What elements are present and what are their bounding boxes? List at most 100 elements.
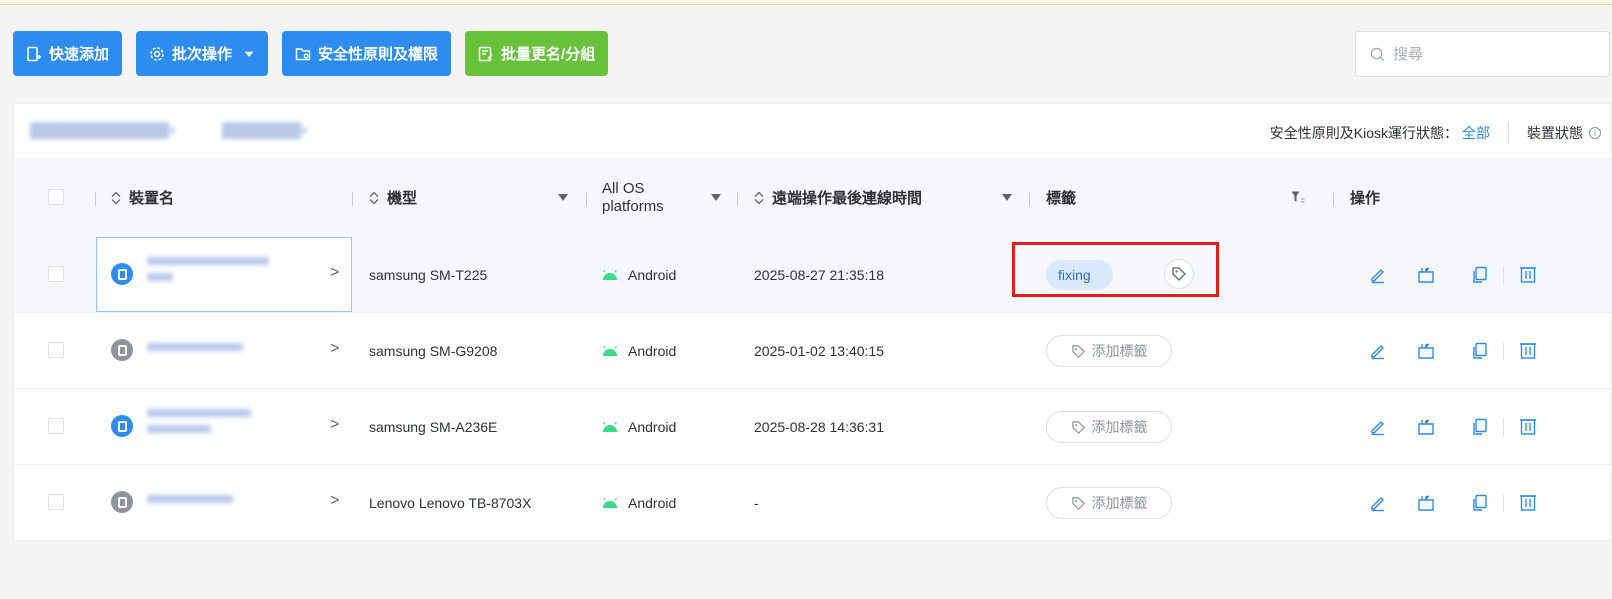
select-all-checkbox[interactable] <box>48 189 64 205</box>
column-divider <box>352 192 353 206</box>
search-box[interactable] <box>1355 31 1610 77</box>
table-row[interactable]: > samsung SM-T225 Android 2025-08-27 21:… <box>14 237 1611 313</box>
caret-down-icon <box>244 51 254 57</box>
os-filter-caret-icon[interactable] <box>711 194 721 201</box>
move-folder-icon[interactable] <box>1417 342 1435 360</box>
device-os-label: Android <box>628 342 677 359</box>
quick-add-button[interactable]: 快速添加 <box>13 31 123 76</box>
column-divider <box>1029 192 1030 206</box>
batch-operations-label: 批次操作 <box>172 46 233 63</box>
copy-device-icon[interactable] <box>1471 266 1489 284</box>
batch-operations-button[interactable]: 批次操作 <box>136 31 269 76</box>
breadcrumb-item-redacted[interactable]: ████████▾ <box>222 122 308 139</box>
move-folder-icon[interactable] <box>1417 418 1435 436</box>
edit-list-icon <box>478 46 493 61</box>
device-name-redacted[interactable] <box>147 409 251 441</box>
os-header-line2: platforms <box>602 197 664 215</box>
device-model: samsung SM-G9208 <box>369 342 498 359</box>
status-bar: 安全性原則及Kiosk運行狀態： 全部 裝置狀態 i <box>1270 122 1601 144</box>
chevron-right-icon[interactable]: > <box>330 416 339 434</box>
device-last-online: 2025-08-28 14:36:31 <box>754 418 884 435</box>
action-divider <box>1503 342 1504 360</box>
row-checkbox[interactable] <box>48 418 64 434</box>
table-header: 裝置名 機型 All OS platforms 遠端操作最後連線時間 標籤 操作 <box>14 158 1611 237</box>
edit-icon[interactable] <box>1369 418 1387 436</box>
device-last-online: 2025-08-27 21:35:18 <box>754 266 884 283</box>
add-tag-button[interactable]: 添加標籤 <box>1046 487 1172 519</box>
device-table-panel: ██████████████▾ ████████▾ 安全性原則及Kiosk運行狀… <box>13 103 1612 541</box>
security-permissions-label: 安全性原則及權限 <box>318 46 439 63</box>
device-os: Android <box>602 389 676 464</box>
add-tag-button[interactable]: 添加標籤 <box>1046 335 1172 367</box>
last-online-filter-caret-icon[interactable] <box>1002 194 1012 201</box>
tag-icon <box>1071 344 1085 358</box>
device-os: Android <box>602 313 676 388</box>
security-permissions-button[interactable]: 安全性原則及權限 <box>282 31 452 76</box>
add-tag-label: 添加標籤 <box>1091 343 1148 359</box>
folder-gear-icon <box>295 47 311 60</box>
device-offline-icon <box>111 339 133 361</box>
device-os: Android <box>602 465 676 540</box>
move-folder-icon[interactable] <box>1417 266 1435 284</box>
device-os: Android <box>602 237 676 312</box>
column-actions-label: 操作 <box>1350 190 1381 207</box>
android-icon <box>603 269 617 280</box>
delete-icon[interactable] <box>1519 342 1537 360</box>
row-checkbox[interactable] <box>48 266 64 282</box>
copy-device-icon[interactable] <box>1471 494 1489 512</box>
status-filter-link[interactable]: 全部 <box>1462 123 1490 143</box>
info-icon[interactable]: i <box>1589 127 1601 139</box>
row-checkbox[interactable] <box>48 342 64 358</box>
panel-header: ██████████████▾ ████████▾ 安全性原則及Kiosk運行狀… <box>14 104 1611 158</box>
chevron-right-icon[interactable]: > <box>330 492 339 510</box>
delete-icon[interactable] <box>1519 494 1537 512</box>
column-divider <box>737 192 738 206</box>
column-divider <box>1333 192 1334 206</box>
delete-icon[interactable] <box>1519 418 1537 436</box>
edit-icon[interactable] <box>1369 342 1387 360</box>
toolbar: 快速添加 批次操作 安全性原則及權限 批量更名/分組 <box>13 31 609 76</box>
chevron-right-icon[interactable]: > <box>330 340 339 358</box>
table-row[interactable]: > samsung SM-G9208 Android 2025-01-02 13… <box>14 313 1611 389</box>
device-status-label[interactable]: 裝置狀態 <box>1527 123 1583 143</box>
column-divider <box>95 192 96 206</box>
status-label: 安全性原則及Kiosk運行狀態： <box>1269 125 1458 141</box>
copy-device-icon[interactable] <box>1471 418 1489 436</box>
column-last-online-label: 遠端操作最後連線時間 <box>772 190 923 207</box>
copy-device-icon[interactable] <box>1471 342 1489 360</box>
column-header-os[interactable]: All OS platforms <box>602 158 664 237</box>
search-input[interactable] <box>1393 45 1593 63</box>
filter-icon[interactable] <box>1291 191 1305 204</box>
column-name-label: 裝置名 <box>129 190 175 207</box>
table-row[interactable]: > Lenovo Lenovo TB-8703X Android - 添加標籤 <box>14 465 1611 541</box>
add-tag-button[interactable]: 添加標籤 <box>1046 411 1172 443</box>
model-filter-caret-icon[interactable] <box>558 194 568 201</box>
delete-icon[interactable] <box>1519 266 1537 284</box>
batch-rename-group-label: 批量更名/分組 <box>501 46 596 63</box>
column-header-last-online[interactable]: 遠端操作最後連線時間 <box>754 158 922 237</box>
column-header-model[interactable]: 機型 <box>369 158 417 237</box>
move-folder-icon[interactable] <box>1417 494 1435 512</box>
device-model: samsung SM-A236E <box>369 418 498 435</box>
breadcrumb-item-redacted[interactable]: ██████████████▾ <box>30 122 176 139</box>
android-icon <box>603 345 617 356</box>
column-model-label: 機型 <box>387 190 418 207</box>
column-header-name[interactable]: 裝置名 <box>111 158 174 237</box>
table-row[interactable]: > samsung SM-A236E Android 2025-08-28 14… <box>14 389 1611 465</box>
edit-icon[interactable] <box>1369 494 1387 512</box>
device-name-redacted[interactable] <box>147 343 243 359</box>
device-name-redacted[interactable] <box>147 257 269 289</box>
device-offline-icon <box>111 491 133 513</box>
sort-icon <box>754 191 764 204</box>
search-icon <box>1370 47 1385 61</box>
device-name-redacted[interactable] <box>147 495 233 511</box>
quick-add-label: 快速添加 <box>49 46 110 63</box>
row-checkbox[interactable] <box>48 494 64 510</box>
chevron-right-icon[interactable]: > <box>330 264 339 282</box>
column-header-actions: 操作 <box>1350 158 1380 237</box>
edit-icon[interactable] <box>1369 266 1387 284</box>
device-model: samsung SM-T225 <box>369 266 488 283</box>
top-notice-banner <box>0 0 1612 5</box>
device-os-label: Android <box>628 418 677 435</box>
batch-rename-group-button[interactable]: 批量更名/分組 <box>465 31 609 76</box>
